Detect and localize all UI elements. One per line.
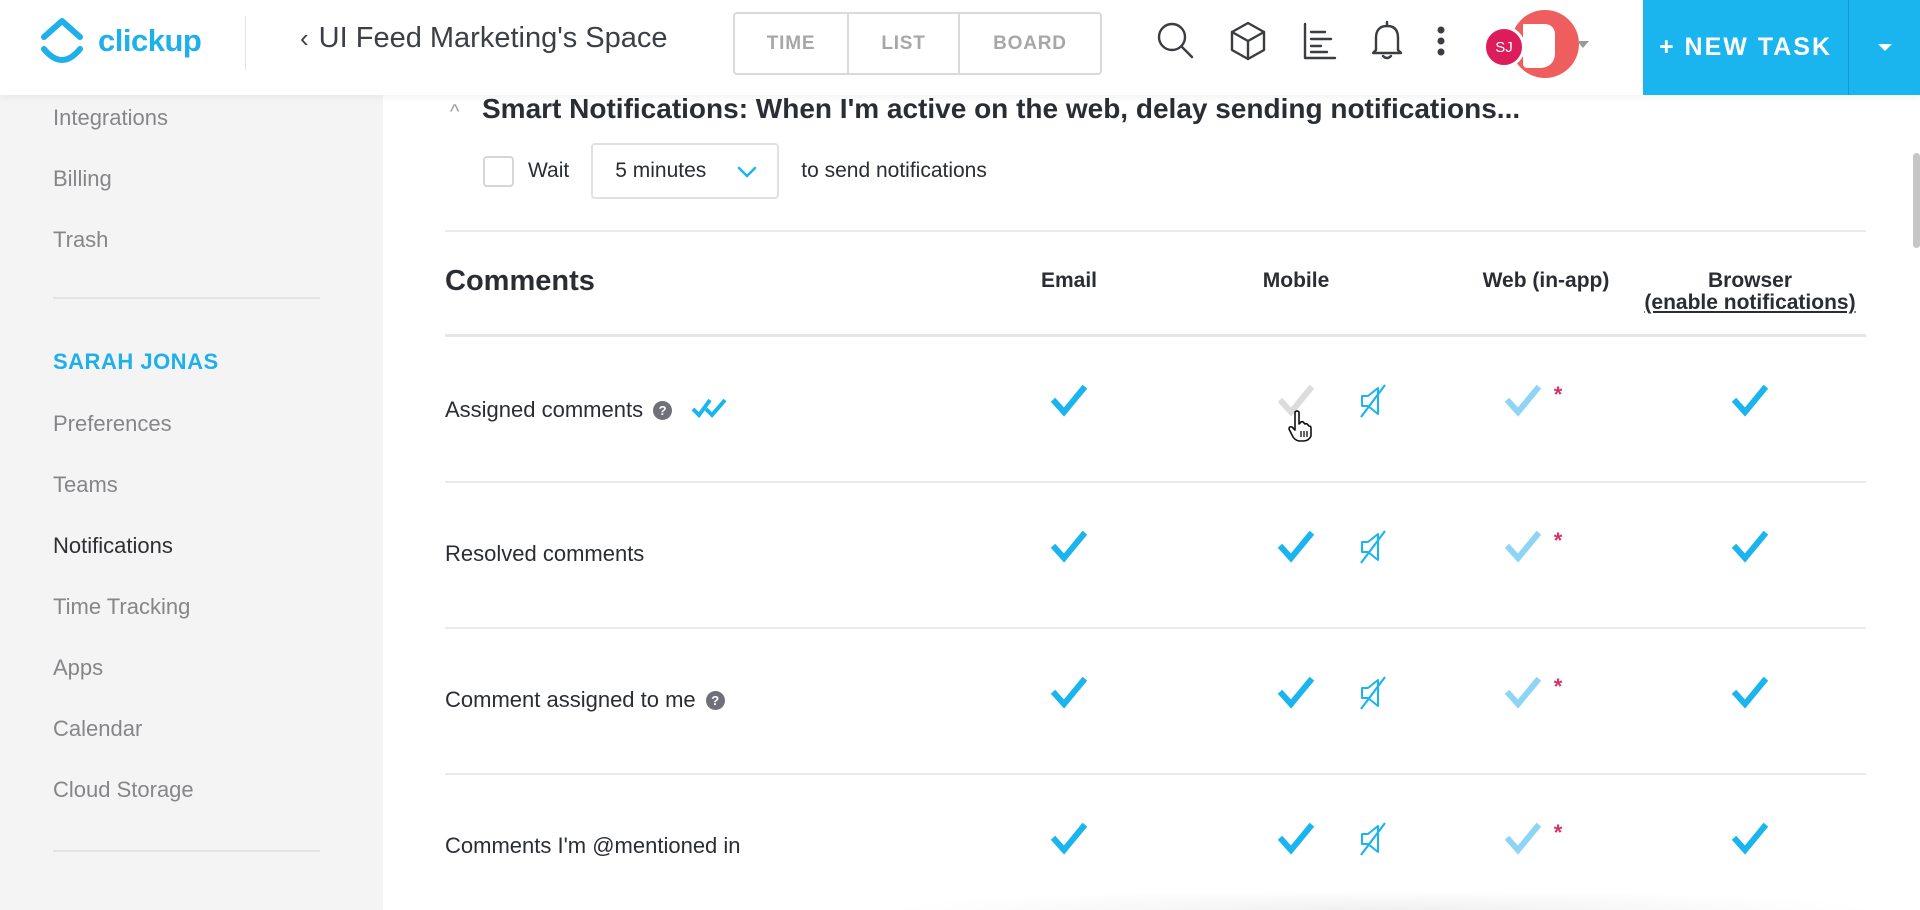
user-avatar-menu[interactable]: SJ: [1481, 8, 1621, 80]
mute-icon[interactable]: [1357, 675, 1389, 711]
send-notifications-label: to send notifications: [801, 159, 987, 182]
row-divider: [445, 481, 1866, 483]
enable-notifications-link[interactable]: (enable notifications): [1644, 292, 1855, 314]
sidebar-item-apps[interactable]: Apps: [53, 655, 103, 681]
sidebar-item-time-tracking[interactable]: Time Tracking: [53, 594, 190, 620]
required-asterisk: *: [1553, 382, 1563, 407]
browser-check-icon[interactable]: [1730, 381, 1770, 421]
bottom-shadow: [883, 890, 1883, 910]
header-divider: [245, 16, 246, 70]
column-header-mobile: Mobile: [1262, 269, 1330, 292]
column-header-browser: Browser (enable notifications): [1644, 270, 1855, 314]
top-bar: clickup ‹ UI Feed Marketing's Space TIME…: [0, 0, 1920, 95]
required-asterisk: *: [1553, 528, 1563, 553]
avatar-caret-icon[interactable]: [1577, 41, 1589, 48]
email-check-icon[interactable]: [1049, 819, 1089, 859]
space-title[interactable]: ‹ UI Feed Marketing's Space: [300, 22, 668, 55]
row-label-text: Assigned comments: [445, 397, 644, 422]
search-icon[interactable]: [1153, 18, 1199, 64]
tab-time[interactable]: TIME: [735, 14, 849, 73]
sidebar-item-calendar[interactable]: Calendar: [53, 716, 142, 742]
row-label-text: Comments I'm @mentioned in: [445, 833, 741, 858]
sidebar-item-billing[interactable]: Billing: [53, 166, 112, 192]
sidebar-item-integrations[interactable]: Integrations: [53, 105, 168, 131]
row-divider: [445, 773, 1866, 775]
notification-row-label: Resolved comments: [445, 541, 644, 567]
sidebar-item-teams[interactable]: Teams: [53, 472, 118, 498]
required-asterisk: *: [1553, 674, 1563, 699]
sidebar-item-preferences[interactable]: Preferences: [53, 411, 172, 437]
web-check-icon[interactable]: [1503, 381, 1543, 421]
sidebar-item-cloud-storage[interactable]: Cloud Storage: [53, 777, 194, 803]
email-check-icon[interactable]: [1049, 381, 1089, 421]
sidebar-user-heading: SARAH JONAS: [53, 349, 219, 374]
mute-icon[interactable]: [1357, 383, 1389, 419]
column-header-web: Web (in-app): [1482, 269, 1610, 292]
avatar: SJ: [1483, 26, 1525, 68]
wait-checkbox[interactable]: [483, 155, 514, 187]
section-divider: [445, 230, 1866, 232]
required-asterisk: *: [1553, 820, 1563, 845]
row-label-text: Comment assigned to me: [445, 687, 696, 712]
help-icon[interactable]: ?: [653, 400, 673, 420]
wait-label: Wait: [528, 159, 570, 182]
notification-row-label: Assigned comments?: [445, 395, 732, 425]
chevron-down-icon: [737, 166, 757, 178]
team-avatar-inner: [1523, 24, 1555, 68]
row-label-text: Resolved comments: [445, 541, 645, 566]
browser-check-icon[interactable]: [1730, 819, 1770, 859]
web-check-icon[interactable]: [1503, 819, 1543, 859]
settings-sidebar: Integrations Billing Trash SARAH JONAS P…: [0, 95, 383, 910]
tab-board[interactable]: BOARD: [960, 14, 1100, 73]
view-tabs: TIME LIST BOARD: [733, 12, 1102, 75]
delay-select-value: 5 minutes: [615, 159, 707, 182]
space-title-text: UI Feed Marketing's Space: [318, 22, 668, 54]
mute-icon[interactable]: [1357, 821, 1389, 857]
box-icon[interactable]: [1225, 18, 1271, 64]
chart-icon[interactable]: [1297, 18, 1343, 64]
smart-notifications-title: Smart Notifications: When I'm active on …: [482, 93, 1521, 124]
column-header-email: Email: [1040, 269, 1098, 292]
hand-cursor-icon: [1288, 410, 1312, 442]
sidebar-divider: [53, 850, 320, 852]
web-check-icon[interactable]: [1503, 673, 1543, 713]
help-icon[interactable]: ?: [705, 690, 725, 710]
mute-icon[interactable]: [1357, 529, 1389, 565]
clickup-logo-icon: [41, 18, 83, 63]
caret-down-icon: [1877, 44, 1892, 51]
notification-row-label: Comments I'm @mentioned in: [445, 833, 741, 859]
tab-list[interactable]: LIST: [849, 14, 960, 73]
notifications-settings: ^ Smart Notifications: When I'm active o…: [383, 93, 1920, 910]
double-check-icon[interactable]: [672, 395, 732, 425]
header-divider: [445, 334, 1866, 337]
web-check-icon[interactable]: [1503, 527, 1543, 567]
mobile-check-icon[interactable]: [1276, 819, 1316, 859]
more-vertical-icon[interactable]: [1418, 18, 1464, 64]
comments-section-title: Comments: [445, 265, 595, 297]
smart-notifications-settings: Wait 5 minutes to send notifications: [483, 143, 987, 199]
clickup-logo[interactable]: clickup: [38, 16, 202, 66]
browser-header-label: Browser: [1707, 269, 1793, 292]
sidebar-divider: [53, 297, 320, 299]
bell-icon[interactable]: [1364, 18, 1410, 64]
new-task-dropdown-button[interactable]: [1848, 0, 1920, 95]
chevron-left-icon[interactable]: ‹: [300, 23, 309, 54]
row-divider: [445, 627, 1866, 629]
browser-check-icon[interactable]: [1730, 527, 1770, 567]
email-check-icon[interactable]: [1049, 673, 1089, 713]
sidebar-item-notifications[interactable]: Notifications: [53, 533, 173, 559]
email-check-icon[interactable]: [1049, 527, 1089, 567]
logo-text: clickup: [98, 23, 202, 58]
mobile-check-icon[interactable]: [1276, 527, 1316, 567]
scrollbar-thumb[interactable]: [1913, 153, 1920, 248]
notification-row-label: Comment assigned to me?: [445, 687, 725, 713]
chevron-up-icon[interactable]: ^: [450, 101, 459, 124]
browser-check-icon[interactable]: [1730, 673, 1770, 713]
delay-select[interactable]: 5 minutes: [591, 143, 780, 199]
mobile-check-icon[interactable]: [1276, 673, 1316, 713]
sidebar-item-trash[interactable]: Trash: [53, 227, 108, 253]
new-task-button[interactable]: + NEW TASK: [1643, 0, 1848, 95]
